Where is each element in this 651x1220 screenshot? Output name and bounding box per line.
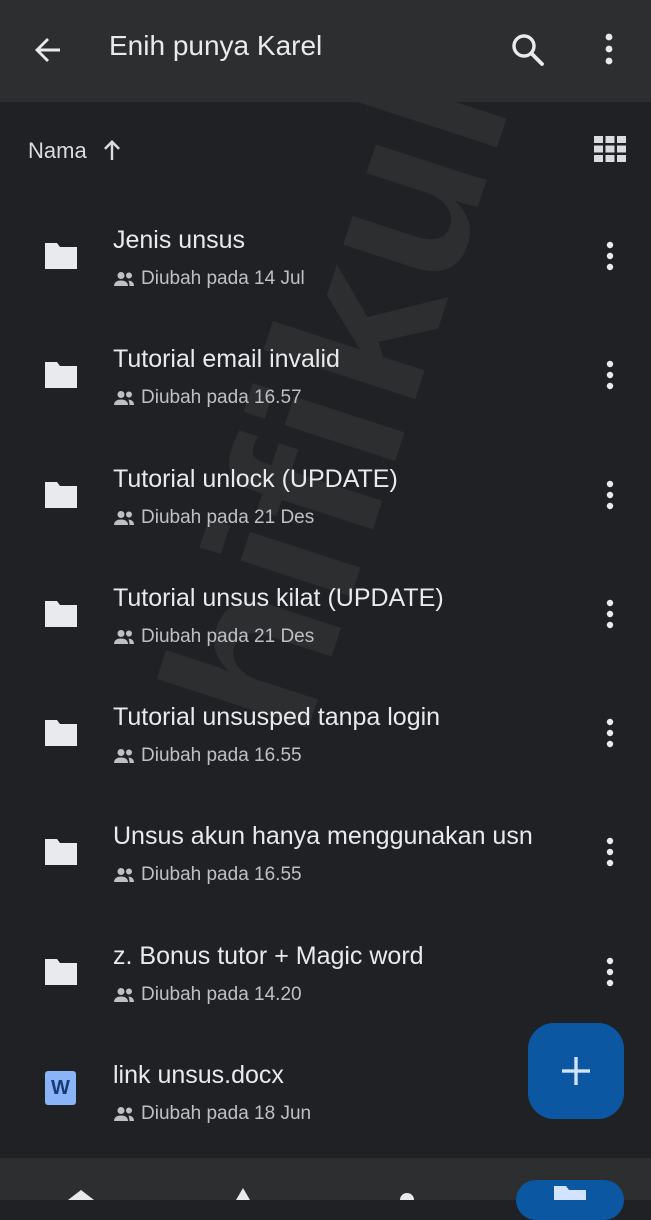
list-item[interactable]: Jenis unsus Diubah pada 14 Jul [0,194,651,313]
people-icon [114,510,134,525]
list-item[interactable]: Tutorial unsusped tanpa login Diubah pad… [0,671,651,790]
list-item[interactable]: Unsus akun hanya menggunakan usn Diubah … [0,790,651,909]
grid-view-icon [594,136,626,162]
list-item[interactable]: Tutorial unlock (UPDATE) Diubah pada 21 … [0,433,651,552]
item-name: Tutorial email invalid [113,345,340,374]
sort-direction-button[interactable] [100,136,124,164]
folder-shared-icon [45,720,77,747]
item-name: Tutorial unsusped tanpa login [113,703,441,732]
more-vert-icon[interactable] [596,834,624,870]
item-modified: Diubah pada 21 Des [141,625,315,647]
more-vert-icon[interactable] [596,596,624,632]
item-meta: Diubah pada 21 Des [113,507,314,529]
search-button[interactable] [506,28,550,72]
item-name: Tutorial unsus kilat (UPDATE) [113,583,444,612]
arrow-up-icon [104,140,120,160]
people-icon [114,391,134,406]
people-icon [114,868,134,883]
bottom-navigation [0,1158,651,1220]
grid-view-button[interactable] [593,134,627,164]
search-icon [512,34,544,66]
item-modified: Diubah pada 16.55 [141,864,302,886]
people-icon [114,987,134,1002]
folder-shared-icon [45,243,77,269]
item-meta: Diubah pada 16.55 [113,864,302,886]
list-item[interactable]: Tutorial email invalid Diubah pada 16.57 [0,313,651,432]
folder-icon [554,1186,586,1200]
folder-shared-icon [45,839,77,866]
list-item[interactable]: z. Bonus tutor + Magic word Diubah pada … [0,910,651,1029]
item-modified: Diubah pada 21 Des [141,506,315,528]
item-meta: Diubah pada 21 Des [113,626,314,648]
folder-shared-icon [45,600,77,627]
more-vert-icon[interactable] [596,715,624,751]
item-modified: Diubah pada 18 Jun [141,1103,312,1125]
more-vert-icon [605,33,613,65]
item-name: z. Bonus tutor + Magic word [113,941,424,970]
file-list: Jenis unsus Diubah pada 14 Jul Tutorial … [0,194,651,1148]
item-meta: Diubah pada 14 Jul [113,268,305,290]
item-modified: Diubah pada 16.55 [141,745,302,767]
more-options-button[interactable] [594,28,624,72]
folder-shared-icon [45,481,77,508]
sort-by-name-button[interactable]: Nama [28,138,87,164]
add-new-button[interactable] [528,1023,624,1119]
shared-icon[interactable] [392,1188,422,1200]
top-app-bar: Enih punya Karel [0,0,651,102]
more-vert-icon[interactable] [596,357,624,393]
item-meta: Diubah pada 16.57 [113,387,302,409]
item-name: Tutorial unlock (UPDATE) [113,464,398,493]
people-icon [114,749,134,764]
folder-shared-icon [45,362,77,389]
more-vert-icon[interactable] [596,954,624,990]
item-meta: Diubah pada 16.55 [113,745,302,767]
nav-files-tab[interactable] [516,1180,624,1220]
word-document-icon: W [45,1071,76,1106]
item-meta: Diubah pada 18 Jun [113,1103,311,1125]
item-name: Unsus akun hanya menggunakan usn [113,822,533,851]
more-vert-icon[interactable] [596,477,624,513]
folder-shared-icon [45,958,77,985]
sort-bar: Nama [0,102,651,194]
list-item[interactable]: Tutorial unsus kilat (UPDATE) Diubah pad… [0,552,651,671]
page-title: Enih punya Karel [109,30,323,61]
more-vert-icon[interactable] [596,238,624,274]
plus-icon [562,1057,590,1085]
item-name: link unsus.docx [113,1061,284,1090]
people-icon [114,272,134,286]
item-modified: Diubah pada 16.57 [141,387,302,409]
item-modified: Diubah pada 14 Jul [141,268,305,289]
people-icon [114,1107,134,1122]
item-meta: Diubah pada 14.20 [113,984,302,1006]
home-icon[interactable] [64,1190,98,1200]
priority-icon[interactable] [228,1188,258,1200]
people-icon [114,629,134,644]
back-button[interactable] [28,30,68,70]
arrow-back-icon [35,38,60,62]
item-name: Jenis unsus [113,226,246,254]
item-modified: Diubah pada 14.20 [141,983,302,1005]
